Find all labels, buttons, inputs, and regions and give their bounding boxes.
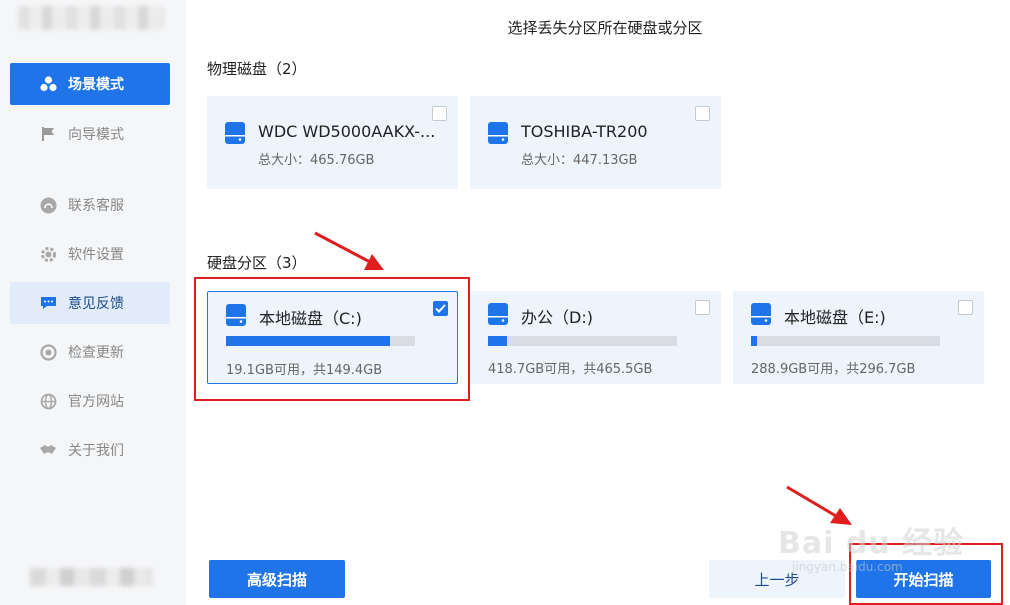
- gear-icon: [39, 245, 57, 263]
- sidebar-item-official-site[interactable]: 官方网站: [10, 380, 170, 422]
- sidebar-item-label: 软件设置: [68, 247, 124, 263]
- sidebar-item-label: 联系客服: [68, 198, 124, 214]
- watermark-url: jingyan.baidu.com: [792, 560, 903, 574]
- sidebar-item-label: 官方网站: [68, 394, 124, 410]
- usage-bar-fill: [488, 336, 507, 346]
- globe-icon: [39, 392, 57, 410]
- flag-icon: [39, 125, 57, 143]
- sidebar-item-feedback[interactable]: 意见反馈: [10, 282, 170, 324]
- sidebar-item-label: 场景模式: [68, 77, 124, 93]
- app-logo: [18, 6, 164, 30]
- disk-checkbox[interactable]: [432, 106, 447, 121]
- disk-size: 总大小：465.76GB: [258, 153, 375, 168]
- sidebar-item-label: 检查更新: [68, 345, 124, 361]
- disk-size: 总大小：447.13GB: [521, 153, 638, 168]
- partition-card-d[interactable]: 办公（D:) 418.7GB可用，共465.5GB: [470, 291, 721, 384]
- page-title: 选择丢失分区所在硬盘或分区: [507, 19, 703, 37]
- partition-name: 本地磁盘（E:): [784, 308, 886, 327]
- sidebar-item-scene-mode[interactable]: 场景模式: [10, 63, 170, 105]
- usage-bar: [488, 336, 677, 346]
- partition-checkbox[interactable]: [695, 300, 710, 315]
- annotation-arrow-1: [314, 231, 384, 270]
- sidebar: 场景模式 向导模式 联系客服 软件设置 意见反馈 检查更新 官方网站 关于我们: [0, 0, 186, 605]
- handshake-icon: [39, 441, 57, 459]
- physical-disk-card-1[interactable]: WDC WD5000AAKX-... 总大小：465.76GB: [207, 96, 458, 189]
- hard-disk-icon: [488, 122, 508, 144]
- partitions-heading: 硬盘分区（3）: [207, 254, 307, 272]
- sidebar-item-settings[interactable]: 软件设置: [10, 233, 170, 275]
- usage-bar-fill: [751, 336, 757, 346]
- partition-card-e[interactable]: 本地磁盘（E:) 288.9GB可用，共296.7GB: [733, 291, 984, 384]
- update-icon: [39, 343, 57, 361]
- hard-disk-icon: [488, 303, 508, 325]
- partition-checkbox[interactable]: [958, 300, 973, 315]
- scene-icon: [39, 75, 57, 93]
- disk-name: TOSHIBA-TR200: [521, 122, 648, 141]
- disk-checkbox[interactable]: [695, 106, 710, 121]
- physical-disk-card-2[interactable]: TOSHIBA-TR200 总大小：447.13GB: [470, 96, 721, 189]
- disk-name: WDC WD5000AAKX-...: [258, 122, 436, 141]
- sidebar-item-label: 关于我们: [68, 443, 124, 459]
- sidebar-item-about-us[interactable]: 关于我们: [10, 429, 170, 471]
- partition-usage: 418.7GB可用，共465.5GB: [488, 362, 653, 377]
- usage-bar: [751, 336, 940, 346]
- sidebar-item-wizard-mode[interactable]: 向导模式: [10, 113, 170, 155]
- advanced-scan-button[interactable]: 高级扫描: [209, 560, 345, 598]
- physical-disks-heading: 物理磁盘（2）: [207, 60, 307, 78]
- sidebar-item-check-update[interactable]: 检查更新: [10, 331, 170, 373]
- sidebar-item-label: 意见反馈: [68, 296, 124, 312]
- partition-usage: 288.9GB可用，共296.7GB: [751, 362, 916, 377]
- chat-icon: [39, 294, 57, 312]
- annotation-highlight-c: [194, 277, 470, 401]
- watermark-logo: Bai du 经验: [778, 526, 965, 561]
- partition-name: 办公（D:): [521, 308, 593, 327]
- hard-disk-icon: [751, 303, 771, 325]
- headset-icon: [39, 196, 57, 214]
- hard-disk-icon: [225, 122, 245, 144]
- sidebar-item-contact-support[interactable]: 联系客服: [10, 184, 170, 226]
- sidebar-item-label: 向导模式: [68, 127, 124, 143]
- version-info: [30, 568, 152, 586]
